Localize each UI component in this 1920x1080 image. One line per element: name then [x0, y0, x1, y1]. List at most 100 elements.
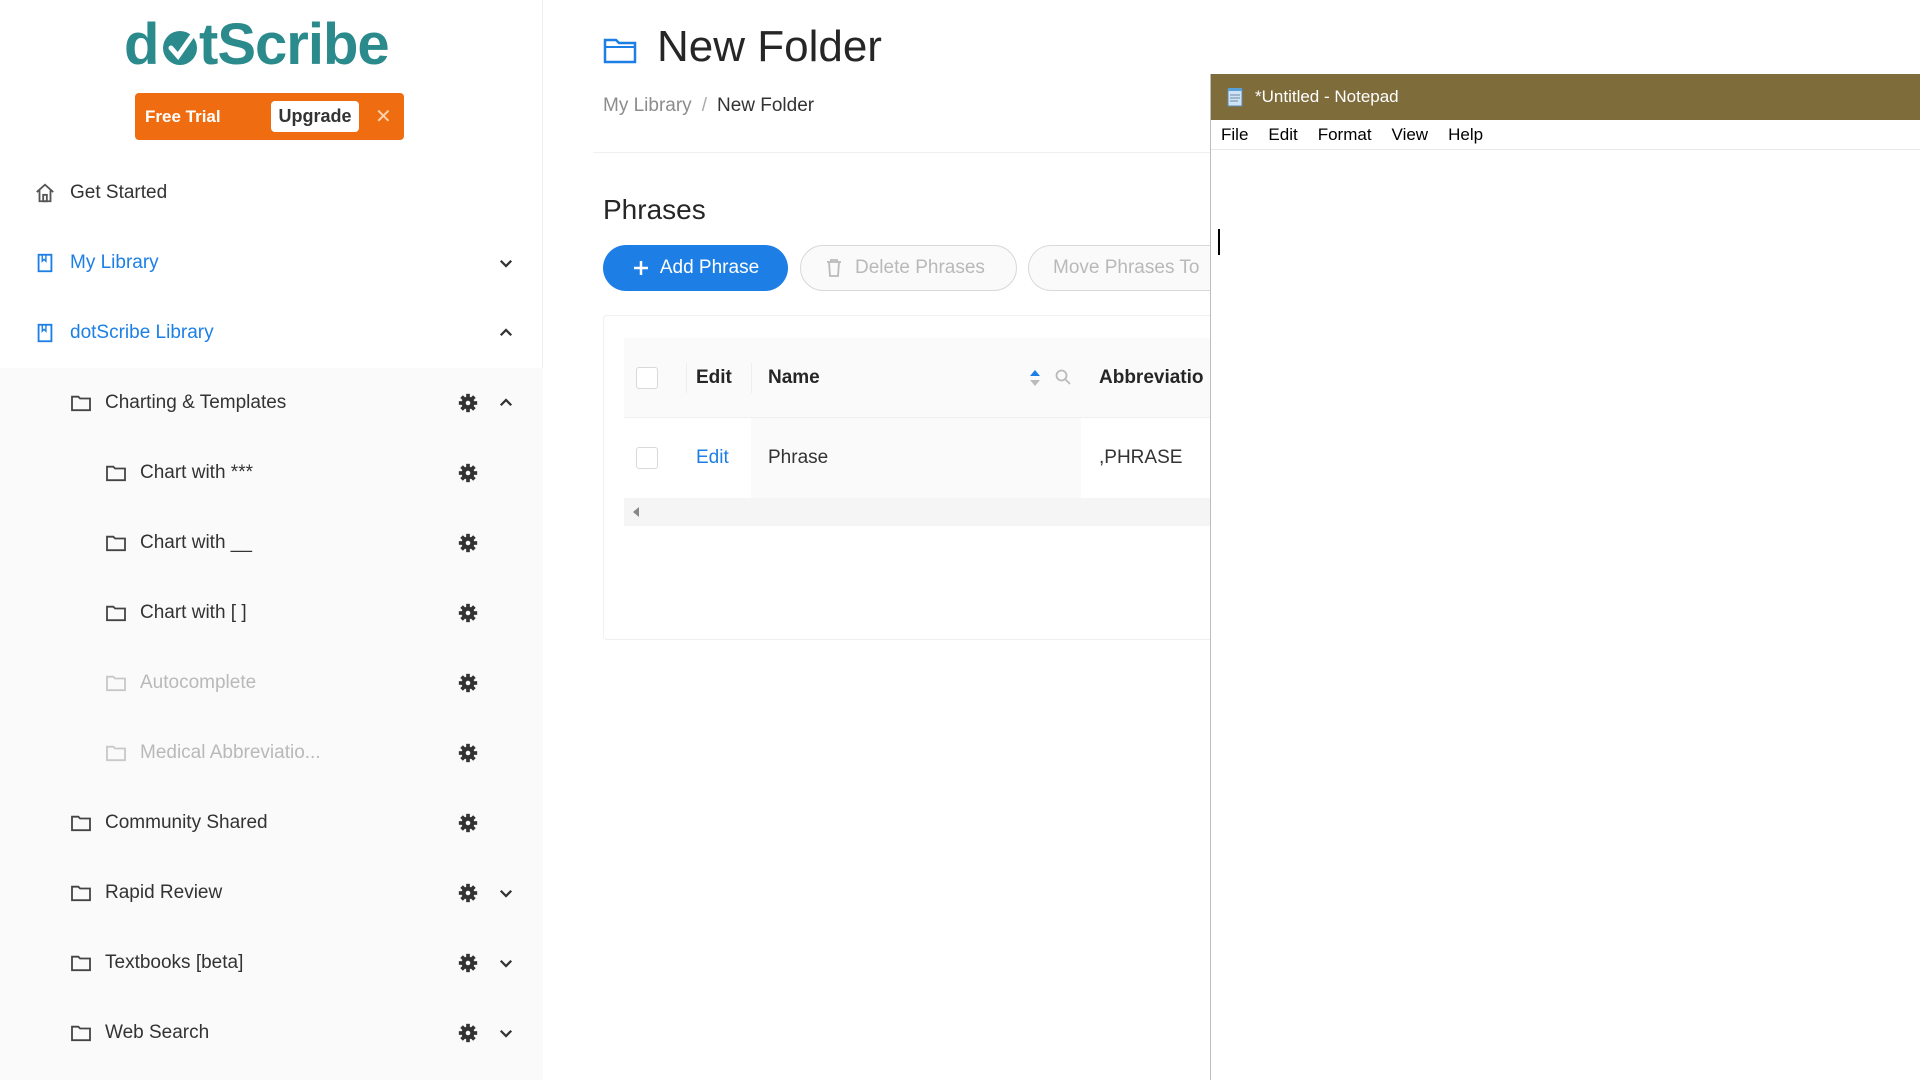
breadcrumb: My Library / New Folder	[603, 95, 814, 117]
header-abbreviation[interactable]: Abbreviatio	[1099, 367, 1204, 389]
folder-label: Community Shared	[105, 812, 268, 833]
chevron-down-icon[interactable]	[497, 254, 515, 272]
folder-label: Chart with [ ]	[140, 602, 247, 623]
folder-icon	[71, 955, 91, 972]
folder-autocomplete[interactable]: Autocomplete	[0, 648, 543, 718]
folder-label: Charting & Templates	[105, 392, 287, 413]
svg-text:tScribe: tScribe	[199, 12, 389, 77]
folder-label: Rapid Review	[105, 882, 223, 903]
gear-icon[interactable]	[457, 882, 479, 904]
folder-textbooks-beta[interactable]: Textbooks [beta]	[0, 928, 543, 998]
menu-format[interactable]: Format	[1318, 125, 1372, 145]
notepad-title: *Untitled - Notepad	[1255, 87, 1399, 106]
notepad-menubar: File Edit Format View Help	[1211, 120, 1920, 150]
row-edit-link[interactable]: Edit	[696, 447, 729, 469]
move-phrases-button[interactable]: Move Phrases To	[1028, 245, 1210, 291]
sort-icon[interactable]	[1029, 368, 1041, 388]
chevron-up-icon[interactable]	[497, 324, 515, 342]
row-checkbox[interactable]	[636, 447, 658, 469]
folder-icon	[106, 605, 126, 622]
notepad-titlebar[interactable]: *Untitled - Notepad	[1211, 74, 1920, 120]
scroll-left-icon[interactable]	[632, 507, 640, 517]
gear-icon[interactable]	[457, 742, 479, 764]
menu-file[interactable]: File	[1221, 125, 1248, 145]
header-name[interactable]: Name	[768, 367, 820, 389]
row-abbreviation: ,PHRASE	[1099, 447, 1183, 468]
folder-chart-with-brackets[interactable]: Chart with [ ]	[0, 578, 543, 648]
breadcrumb-current: New Folder	[716, 95, 815, 116]
folder-chart-with-underscores[interactable]: Chart with __	[0, 508, 543, 578]
gear-icon[interactable]	[457, 392, 479, 414]
folder-charting-templates[interactable]: Charting & Templates	[0, 368, 543, 438]
column-divider	[751, 363, 752, 393]
folder-icon	[106, 745, 126, 762]
chevron-up-icon[interactable]	[497, 394, 515, 412]
svg-text:d: d	[124, 12, 158, 77]
folder-icon	[71, 885, 91, 902]
folder-label: Web Search	[105, 1022, 210, 1043]
plus-icon	[633, 261, 648, 275]
gear-icon[interactable]	[457, 602, 479, 624]
upgrade-button[interactable]: Upgrade	[271, 101, 359, 132]
nav-label: Get Started	[70, 182, 168, 203]
notepad-text-area[interactable]	[1211, 151, 1920, 1080]
folder-chart-with-asterisks[interactable]: Chart with ***	[0, 438, 543, 508]
breadcrumb-separator: /	[701, 95, 707, 116]
home-icon	[36, 183, 54, 203]
nav-label: My Library	[70, 252, 159, 273]
folder-label: Chart with __	[140, 532, 252, 553]
folder-label: Autocomplete	[140, 672, 257, 693]
nav-label: dotScribe Library	[70, 322, 214, 343]
nav-dotscribe-library[interactable]: dotScribe Library	[0, 298, 543, 368]
book-icon	[37, 253, 53, 273]
nav-my-library[interactable]: My Library	[0, 228, 543, 298]
column-divider	[686, 363, 687, 393]
menu-edit[interactable]: Edit	[1268, 125, 1297, 145]
gear-icon[interactable]	[457, 672, 479, 694]
chevron-down-icon[interactable]	[497, 1024, 515, 1042]
section-title: Phrases	[603, 194, 706, 225]
dotscribe-library-folders: Charting & Templates Chart with *** Char…	[0, 368, 543, 1080]
folder-icon	[106, 675, 126, 692]
menu-help[interactable]: Help	[1448, 125, 1483, 145]
free-trial-label: Free Trial	[145, 106, 221, 126]
breadcrumb-my-library[interactable]: My Library	[603, 95, 692, 116]
delete-phrases-button[interactable]: Delete Phrases	[800, 245, 1017, 291]
free-trial-banner: Free Trial Upgrade ✕	[135, 93, 404, 140]
dotscribe-logo[interactable]: d tScribe	[124, 10, 414, 80]
folder-icon	[603, 38, 637, 64]
menu-view[interactable]: View	[1392, 125, 1429, 145]
nav-get-started[interactable]: Get Started	[0, 158, 543, 228]
folder-web-search[interactable]: Web Search	[0, 998, 543, 1068]
notepad-window: *Untitled - Notepad File Edit Format Vie…	[1210, 74, 1920, 1080]
header-edit: Edit	[696, 367, 732, 388]
folder-rapid-review[interactable]: Rapid Review	[0, 858, 543, 928]
sidebar: d tScribe Free Trial Upgrade ✕ Get Start…	[0, 0, 543, 1080]
folder-icon	[71, 395, 91, 412]
gear-icon[interactable]	[457, 532, 479, 554]
notepad-icon	[1227, 88, 1243, 107]
add-phrase-label: Add Phrase	[659, 257, 760, 278]
row-name: Phrase	[768, 447, 829, 468]
folder-community-shared[interactable]: Community Shared	[0, 788, 543, 858]
gear-icon[interactable]	[457, 1022, 479, 1044]
add-phrase-button[interactable]: Add Phrase	[603, 245, 788, 291]
chevron-down-icon[interactable]	[497, 884, 515, 902]
gear-icon[interactable]	[457, 812, 479, 834]
folder-icon	[71, 815, 91, 832]
page-title: New Folder	[657, 22, 882, 71]
gear-icon[interactable]	[457, 952, 479, 974]
search-icon[interactable]	[1054, 368, 1072, 386]
text-cursor	[1218, 229, 1220, 255]
trash-icon	[827, 259, 841, 277]
move-phrases-label: Move Phrases To	[1053, 257, 1200, 278]
chevron-down-icon[interactable]	[497, 954, 515, 972]
folder-label: Medical Abbreviatio...	[140, 742, 321, 763]
folder-medical-abbreviations[interactable]: Medical Abbreviatio...	[0, 718, 543, 788]
select-all-checkbox[interactable]	[636, 367, 658, 389]
close-trial-icon[interactable]: ✕	[375, 104, 392, 129]
logo-image: d tScribe	[124, 12, 390, 77]
gear-icon[interactable]	[457, 462, 479, 484]
folder-label: Chart with ***	[140, 462, 253, 483]
book-icon	[37, 323, 53, 343]
